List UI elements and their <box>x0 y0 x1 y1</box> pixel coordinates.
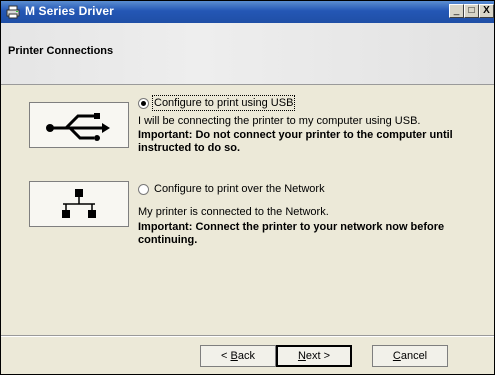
network-important-note: Important: Connect the printer to your n… <box>138 221 445 246</box>
next-button-accel: N <box>297 350 306 362</box>
network-icon-box <box>29 181 129 227</box>
back-button-label: ack <box>237 350 255 362</box>
usb-icon-box <box>29 102 129 148</box>
dialog-window: M Series Driver _ □ X Printer Connection… <box>0 0 495 375</box>
page-title: Printer Connections <box>8 45 114 57</box>
usb-radio-label[interactable]: Configure to print using USB <box>151 95 296 111</box>
cancel-button[interactable]: Cancel <box>372 345 448 367</box>
usb-radio[interactable] <box>138 98 149 109</box>
wizard-content: Configure to print using USB I will be c… <box>1 85 494 335</box>
next-button[interactable]: Next > <box>276 345 352 367</box>
window-title: M Series Driver <box>25 4 114 18</box>
footer-divider <box>1 335 494 337</box>
network-icon <box>62 189 96 218</box>
minimize-button[interactable]: _ <box>449 4 464 18</box>
back-button[interactable]: < Back <box>200 345 276 367</box>
back-button-prefix: < <box>221 350 231 362</box>
title-bar[interactable]: M Series Driver _ □ X <box>1 1 494 23</box>
back-button-accel: B <box>230 350 238 362</box>
cancel-button-accel: C <box>392 350 401 362</box>
usb-important-note: Important: Do not connect your printer t… <box>138 129 453 154</box>
printer-app-icon <box>6 5 20 19</box>
usb-description: I will be connecting the printer to my c… <box>138 115 421 127</box>
maximize-button[interactable]: □ <box>464 4 479 18</box>
network-description: My printer is connected to the Network. <box>138 206 329 218</box>
network-radio[interactable] <box>138 184 149 195</box>
wizard-header: Printer Connections <box>1 23 494 85</box>
next-button-label: ext > <box>305 350 331 362</box>
cancel-button-label: ancel <box>400 350 428 362</box>
usb-icon <box>46 113 110 141</box>
network-radio-label[interactable]: Configure to print over the Network <box>154 183 325 195</box>
close-button[interactable]: X <box>479 4 494 18</box>
